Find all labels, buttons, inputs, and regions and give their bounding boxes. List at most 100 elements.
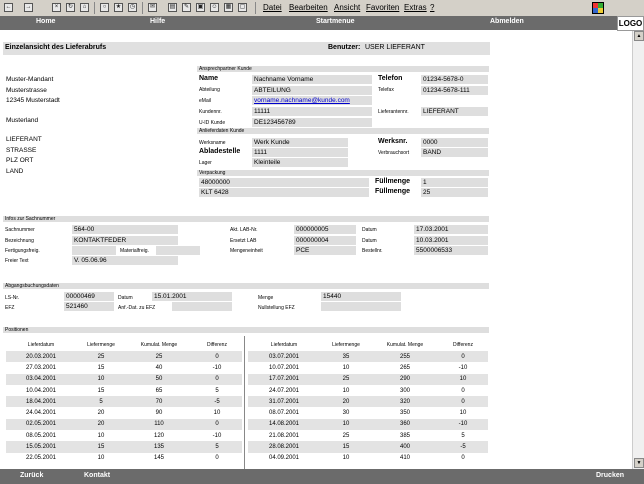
cell: 265 — [399, 364, 410, 371]
stop-icon[interactable]: × — [52, 3, 61, 12]
ustid-label: U-ID Kunde — [199, 120, 226, 126]
lager-label: Lager — [199, 160, 212, 166]
search-icon[interactable]: ○ — [100, 3, 109, 12]
page-header: Einzelansicht des Lieferabrufs Benutzer:… — [3, 42, 490, 55]
cell: 0 — [438, 396, 488, 408]
tool-icon[interactable]: ▦ — [224, 3, 233, 12]
cell: 10 — [342, 364, 350, 371]
delivery-section-header: Anlieferdaten Kunde — [197, 128, 489, 134]
table-row: 22.05.2001 10 145 0 — [6, 453, 242, 464]
cell: 10.04.2001 — [25, 387, 57, 394]
table-row: 15.05.2001 15 135 5 — [6, 441, 242, 453]
favorites-icon[interactable]: ★ — [114, 3, 123, 12]
nullstellung-value — [321, 302, 401, 311]
history-icon[interactable]: ◷ — [128, 3, 137, 12]
email-label: eMail — [199, 98, 211, 104]
cell: 5 — [192, 441, 242, 453]
verbrauchsort-label: Verbrauchsort — [378, 150, 410, 156]
akt-lab-label: Akt. LAB-Nr. — [230, 227, 258, 233]
datum2-label: Datum — [362, 238, 377, 244]
nav-home[interactable]: Home — [36, 18, 55, 25]
abteilung-label: Abteilung — [199, 87, 220, 93]
datum2-value: 10.03.2001 — [414, 236, 488, 245]
page-icon[interactable]: ▢ — [238, 3, 247, 12]
messenger-icon[interactable]: ☺ — [210, 3, 219, 12]
menu-favoriten[interactable]: Favoriten — [366, 3, 399, 13]
menu-ansicht[interactable]: Ansicht — [334, 3, 360, 13]
home-icon[interactable]: ⌂ — [80, 3, 89, 12]
telefax-label: Telefax — [378, 87, 394, 93]
zurueck-button[interactable]: Zurück — [20, 472, 43, 479]
part-section-header: Infos zur Sachnummer — [3, 216, 489, 222]
email-link[interactable]: vorname.nachname@kunde.com — [252, 96, 372, 105]
scroll-down-icon[interactable]: ▼ — [634, 458, 644, 468]
cell: -10 — [212, 432, 222, 439]
fuellmenge-value: 25 — [421, 188, 488, 197]
vertical-scrollbar[interactable]: ▲ ▼ — [632, 31, 644, 469]
browser-toolbar: ← → × ↻ ⌂ ○ ★ ◷ ✉ ▤ ✎ ▣ ☺ ▦ ▢ Datei Bear… — [0, 0, 644, 17]
fuellmenge-label: Füllmenge — [375, 188, 411, 195]
cell: 20 — [76, 418, 126, 431]
kontakt-button[interactable]: Kontakt — [84, 472, 110, 479]
table-row: 17.07.2001 25 290 10 — [248, 373, 488, 385]
material-value — [156, 246, 200, 255]
nav-hilfe[interactable]: Hilfe — [150, 18, 165, 25]
refresh-icon[interactable]: ↻ — [66, 3, 75, 12]
cell: 31.07.2001 — [248, 396, 320, 408]
kundennr-value: 11111 — [252, 107, 372, 116]
logo: LOGO — [617, 16, 644, 31]
cell: 0 — [215, 455, 219, 462]
cell: 90 — [155, 410, 163, 417]
print-icon[interactable]: ▤ — [168, 3, 177, 12]
cell: 5 — [76, 396, 126, 408]
menu-extras[interactable]: Extras — [404, 3, 427, 13]
ersetzt-lab-label: Ersetzt LAB — [230, 238, 257, 244]
user-label: Benutzer: — [328, 44, 361, 51]
cell: 400 — [372, 441, 438, 453]
lager-value: Kleinteile — [252, 158, 348, 167]
lieferantennr-value: LIEFERANT — [421, 107, 488, 116]
cell: 10 — [459, 410, 467, 417]
menge-label: Menge — [258, 295, 274, 301]
cell: 20 — [320, 396, 372, 408]
telefon-label: Telefon — [378, 75, 403, 82]
cell: 27.03.2001 — [25, 364, 57, 371]
efz-label: EFZ — [5, 305, 15, 311]
scroll-up-icon[interactable]: ▲ — [634, 31, 644, 41]
freitext-value: V. 05.06.96 — [72, 256, 178, 265]
mail-icon[interactable]: ✉ — [148, 3, 157, 12]
bezeichnung-value: KONTAKTFEDER — [72, 236, 178, 245]
menu-bearbeiten[interactable]: Bearbeiten — [289, 3, 328, 13]
cell: 17.07.2001 — [248, 373, 320, 385]
edit-icon[interactable]: ✎ — [182, 3, 191, 12]
drucken-button[interactable]: Drucken — [596, 472, 624, 479]
packaging-section-header: Verpackung — [197, 170, 489, 176]
discuss-icon[interactable]: ▣ — [196, 3, 205, 12]
positions-table-right: Lieferdatum Liefermenge Kumulat. Menge D… — [248, 339, 488, 464]
cell: 08.07.2001 — [268, 410, 300, 417]
anf-efz-value — [172, 302, 232, 311]
receipt-datum-value: 15.01.2001 — [152, 292, 232, 301]
column-header: Differenz — [192, 339, 242, 351]
back-icon[interactable]: ← — [4, 3, 13, 12]
packaging-code: 48000000 — [199, 178, 369, 187]
nav-abmelden[interactable]: Abmelden — [490, 18, 524, 25]
column-header: Differenz — [438, 339, 488, 351]
positions-divider — [244, 336, 245, 469]
sender-line: Muster-Mandant — [6, 76, 54, 83]
fertigung-value — [72, 246, 116, 255]
cell: 10 — [320, 418, 372, 431]
nav-startmenue[interactable]: Startmenue — [316, 18, 355, 25]
cell: 20.03.2001 — [6, 351, 76, 363]
menu-help[interactable]: ? — [430, 3, 434, 13]
sender-line: Musterland — [6, 117, 39, 124]
cell: 5 — [461, 432, 465, 439]
menu-datei[interactable]: Datei — [263, 3, 282, 13]
column-header: Kumulat. Menge — [372, 339, 438, 351]
cell: 15.05.2001 — [6, 441, 76, 453]
forward-icon[interactable]: → — [24, 3, 33, 12]
datum1-value: 17.03.2001 — [414, 225, 488, 234]
cell: 24.07.2001 — [268, 387, 300, 394]
efz-value: 521460 — [64, 302, 114, 311]
cell: 25 — [342, 432, 350, 439]
